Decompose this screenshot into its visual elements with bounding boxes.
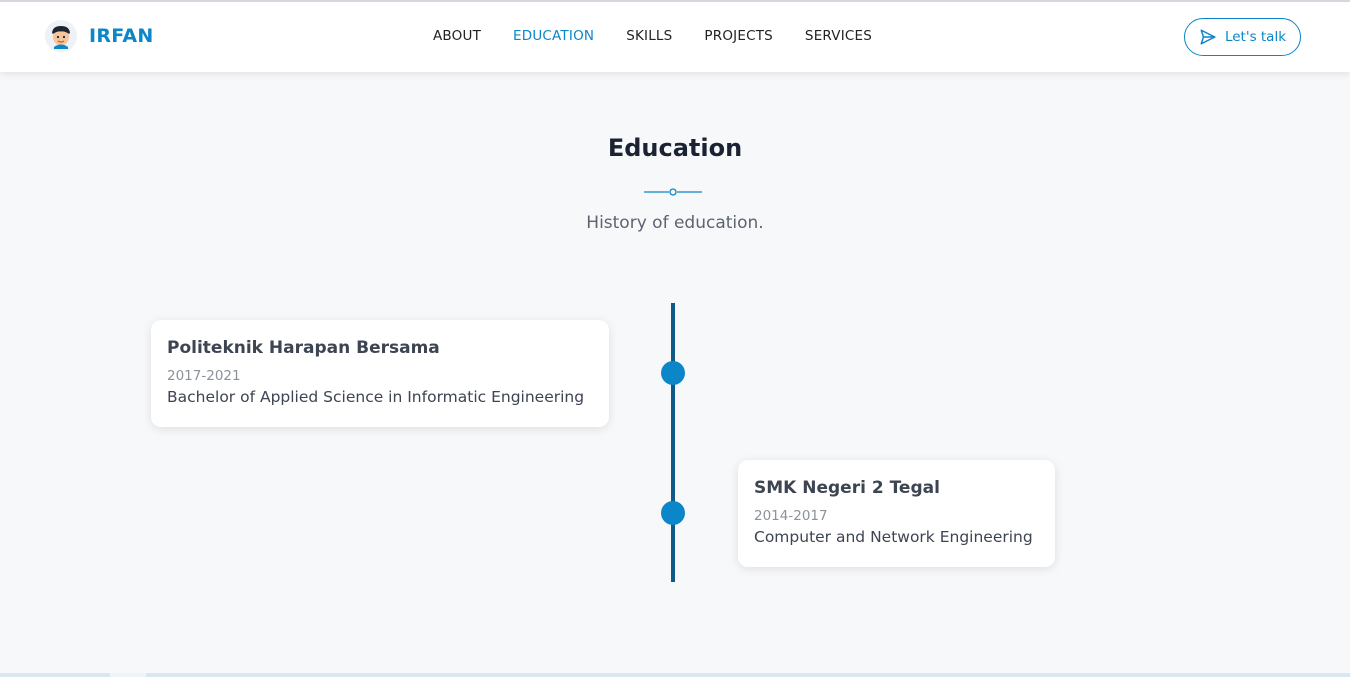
nav-projects[interactable]: PROJECTS xyxy=(704,28,773,44)
lets-talk-label: Let's talk xyxy=(1224,29,1287,45)
timeline-dot xyxy=(661,501,685,525)
main-nav: ABOUT EDUCATION SKILLS PROJECTS SERVICES xyxy=(433,28,904,44)
education-card: SMK Negeri 2 Tegal 2014-2017 Computer an… xyxy=(738,460,1055,567)
send-icon xyxy=(1200,29,1216,45)
education-degree: Computer and Network Engineering xyxy=(754,528,1033,546)
section-title: Education xyxy=(607,134,743,162)
school-name: Politeknik Harapan Bersama xyxy=(167,338,440,358)
education-years: 2017-2021 xyxy=(167,368,241,384)
section-subtitle: History of education. xyxy=(586,213,764,233)
education-card: Politeknik Harapan Bersama 2017-2021 Bac… xyxy=(151,320,609,427)
title-divider xyxy=(644,188,702,196)
nav-education[interactable]: EDUCATION xyxy=(513,28,594,44)
timeline-dot xyxy=(661,361,685,385)
brand[interactable]: IRFAN xyxy=(45,20,154,52)
nav-about[interactable]: ABOUT xyxy=(433,28,481,44)
navbar: IRFAN ABOUT EDUCATION SKILLS PROJECTS SE… xyxy=(0,2,1350,72)
brand-name: IRFAN xyxy=(89,25,154,47)
timeline-line xyxy=(671,303,675,582)
nav-services[interactable]: SERVICES xyxy=(805,28,872,44)
lets-talk-button[interactable]: Let's talk xyxy=(1184,18,1301,56)
education-years: 2014-2017 xyxy=(754,508,828,524)
nav-skills[interactable]: SKILLS xyxy=(626,28,672,44)
school-name: SMK Negeri 2 Tegal xyxy=(754,478,940,498)
education-degree: Bachelor of Applied Science in Informati… xyxy=(167,388,585,406)
avatar-icon xyxy=(45,20,77,52)
next-section-edge xyxy=(0,673,1350,677)
